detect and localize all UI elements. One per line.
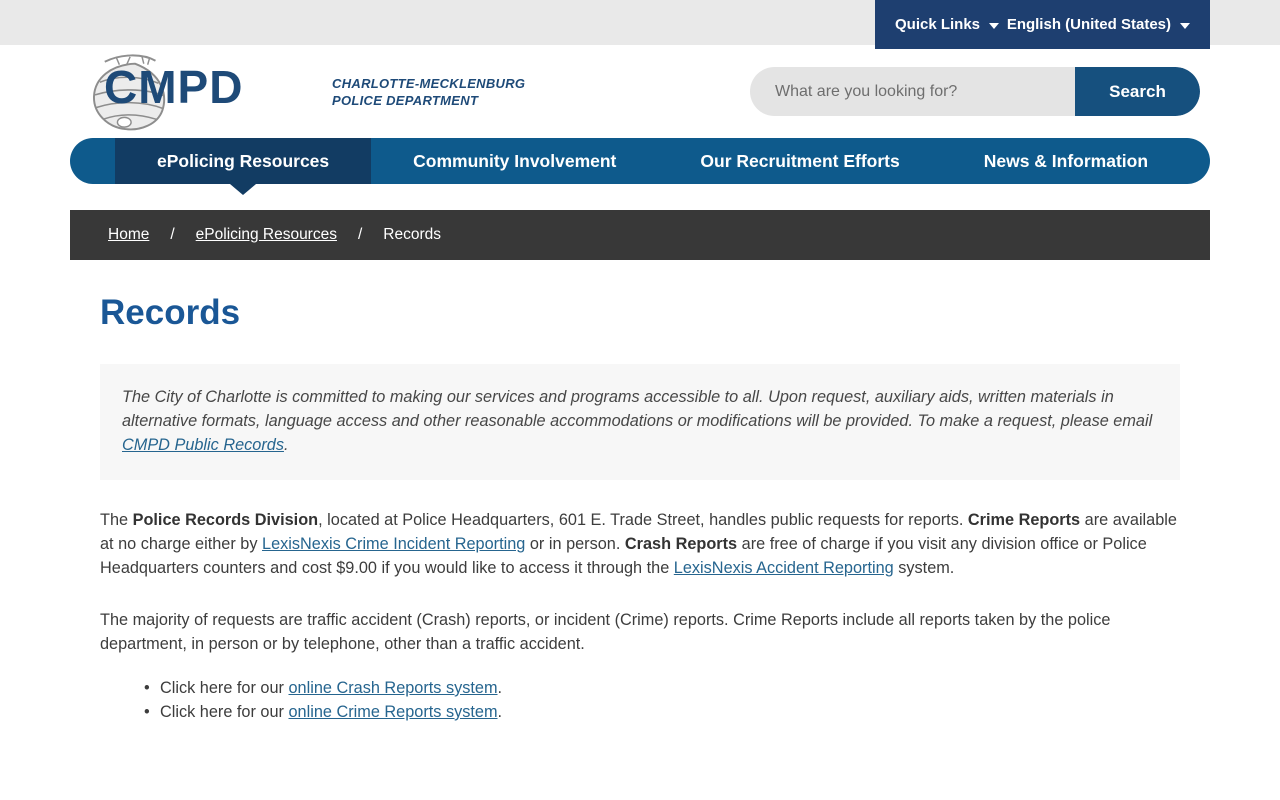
quick-links-dropdown[interactable]: Quick Links <box>895 16 999 33</box>
crime-reports-bold: Crime Reports <box>968 511 1080 529</box>
bullet-suffix: . <box>498 679 503 697</box>
search-button[interactable]: Search <box>1075 67 1200 116</box>
lexisnexis-accident-link[interactable]: LexisNexis Accident Reporting <box>674 559 894 577</box>
utility-bar-menu: Quick Links English (United States) <box>875 0 1210 49</box>
list-item: Click here for our online Crash Reports … <box>100 676 1180 700</box>
quick-links-label: Quick Links <box>895 16 980 33</box>
search-input[interactable] <box>750 67 1075 116</box>
list-item: Click here for our online Crime Reports … <box>100 700 1180 724</box>
bullet-text: Click here for our <box>160 703 289 721</box>
language-dropdown[interactable]: English (United States) <box>1007 16 1190 33</box>
accessibility-notice: The City of Charlotte is committed to ma… <box>100 364 1180 480</box>
bullet-text: Click here for our <box>160 679 289 697</box>
breadcrumb-separator: / <box>170 226 174 244</box>
nav-item-news-information[interactable]: News & Information <box>942 138 1190 184</box>
paragraph-text: or in person. <box>525 535 625 553</box>
logo-name-line1: CHARLOTTE-MECKLENBURG <box>332 75 525 93</box>
nav-item-label: ePolicing Resources <box>157 151 329 172</box>
logo-name-line2: POLICE DEPARTMENT <box>332 92 525 110</box>
nav-item-label: Community Involvement <box>413 151 616 172</box>
paragraph-text: system. <box>894 559 955 577</box>
breadcrumb-separator: / <box>358 226 362 244</box>
police-records-division-bold: Police Records Division <box>133 511 319 529</box>
lexisnexis-crime-incident-link[interactable]: LexisNexis Crime Incident Reporting <box>262 535 525 553</box>
logo-acronym: CMPD <box>104 64 243 110</box>
requests-paragraph: The majority of requests are traffic acc… <box>100 608 1180 656</box>
chevron-down-icon <box>989 23 999 29</box>
main-content: Records The City of Charlotte is committ… <box>0 293 1280 724</box>
breadcrumb: Home / ePolicing Resources / Records <box>70 210 1210 260</box>
primary-nav: ePolicing Resources Community Involvemen… <box>70 138 1210 184</box>
chevron-down-icon <box>1180 23 1190 29</box>
breadcrumb-current: Records <box>383 226 441 244</box>
utility-bar: Quick Links English (United States) <box>0 0 1280 45</box>
breadcrumb-epolicing-resources[interactable]: ePolicing Resources <box>196 226 337 244</box>
page-title: Records <box>100 293 1180 333</box>
crime-reports-system-link[interactable]: online Crime Reports system <box>289 703 498 721</box>
bullet-suffix: . <box>498 703 503 721</box>
crash-reports-system-link[interactable]: online Crash Reports system <box>289 679 498 697</box>
nav-item-recruitment-efforts[interactable]: Our Recruitment Efforts <box>658 138 941 184</box>
notice-text: The City of Charlotte is committed to ma… <box>122 388 1152 430</box>
records-intro-paragraph: The Police Records Division, located at … <box>100 508 1180 580</box>
site-header: CMPD CHARLOTTE-MECKLENBURG POLICE DEPART… <box>0 45 1280 138</box>
crash-reports-bold: Crash Reports <box>625 535 737 553</box>
cmpd-public-records-link[interactable]: CMPD Public Records <box>122 436 284 454</box>
notice-suffix: . <box>284 436 289 454</box>
nav-item-label: Our Recruitment Efforts <box>700 151 899 172</box>
paragraph-text: The <box>100 511 133 529</box>
site-search: Search <box>750 67 1200 116</box>
paragraph-text: , located at Police Headquarters, 601 E.… <box>318 511 968 529</box>
nav-item-label: News & Information <box>984 151 1148 172</box>
logo-wordmark: CHARLOTTE-MECKLENBURG POLICE DEPARTMENT <box>332 75 525 110</box>
language-label: English (United States) <box>1007 16 1171 33</box>
breadcrumb-home[interactable]: Home <box>108 226 149 244</box>
nav-item-epolicing-resources[interactable]: ePolicing Resources <box>115 138 371 184</box>
nav-item-community-involvement[interactable]: Community Involvement <box>371 138 658 184</box>
report-links-list: Click here for our online Crash Reports … <box>100 676 1180 724</box>
cmpd-logo[interactable]: CMPD CHARLOTTE-MECKLENBURG POLICE DEPART… <box>80 51 550 133</box>
